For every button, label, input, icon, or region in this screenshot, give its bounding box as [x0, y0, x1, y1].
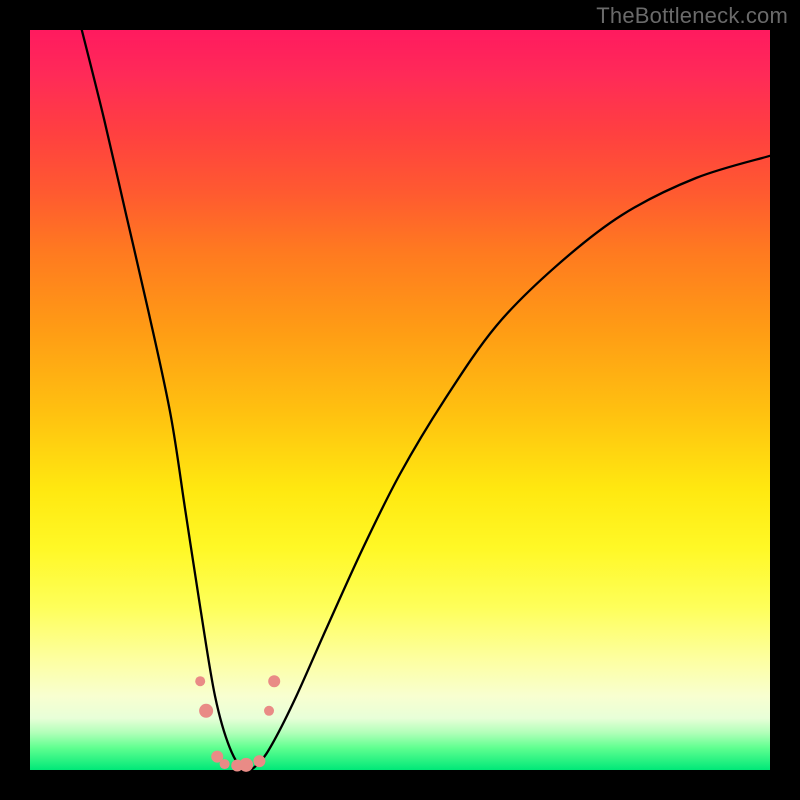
chart-svg [30, 30, 770, 770]
data-marker [253, 755, 265, 767]
data-marker [195, 676, 205, 686]
data-marker [199, 704, 213, 718]
data-marker [264, 706, 274, 716]
data-marker [239, 758, 253, 772]
watermark-text: TheBottleneck.com [596, 3, 788, 29]
chart-plot-area [30, 30, 770, 770]
data-marker [220, 759, 230, 769]
bottleneck-curve [82, 30, 770, 771]
data-marker [268, 675, 280, 687]
marker-group [195, 675, 280, 772]
